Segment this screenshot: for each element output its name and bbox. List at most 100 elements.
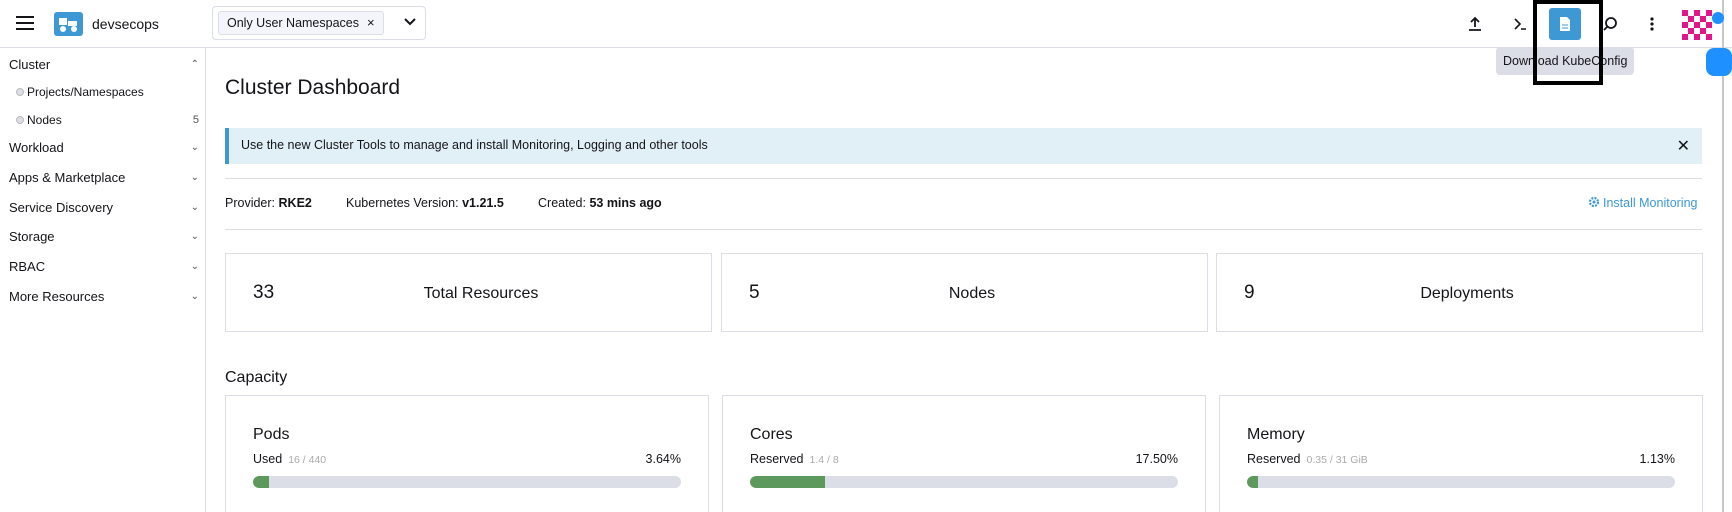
sidebar-item-count: 5 <box>192 114 199 126</box>
sidebar-group-cluster[interactable]: Cluster ⌃ <box>9 54 199 76</box>
sidebar-item-projects-namespaces[interactable]: Projects/Namespaces <box>16 81 199 103</box>
namespace-filter-select[interactable]: Only User Namespaces × <box>212 6 426 40</box>
sidebar-group-label: Workload <box>9 140 64 155</box>
kubectl-shell-icon <box>1514 18 1526 30</box>
chevron-down-icon: ⌄ <box>190 261 199 272</box>
more-actions-button[interactable] <box>1636 8 1668 40</box>
resource-count-card[interactable]: 9 Deployments <box>1216 253 1703 332</box>
top-header: devsecops Only User Namespaces × <box>0 0 1732 48</box>
status-dot-icon <box>16 116 24 124</box>
floating-widget[interactable] <box>1706 48 1732 76</box>
import-yaml-button[interactable] <box>1459 8 1491 40</box>
count-label: Nodes <box>948 285 996 302</box>
sidebar-item-nodes[interactable]: Nodes 5 <box>16 109 199 131</box>
k8s-version-value: v1.21.5 <box>462 196 504 210</box>
chevron-down-icon: ⌄ <box>190 231 199 242</box>
k8s-version-label: Kubernetes Version: <box>346 196 459 210</box>
chevron-down-icon: ⌄ <box>190 291 199 302</box>
resource-count-card[interactable]: 5 Nodes <box>721 253 1208 332</box>
capacity-name: Pods <box>253 426 290 443</box>
progress-fill <box>750 476 825 488</box>
count-label: Deployments <box>1420 285 1514 302</box>
chevron-down-icon: ⌄ <box>190 142 199 153</box>
resource-count-card[interactable]: 33 Total Resources <box>225 253 712 332</box>
count-value: 33 <box>253 282 275 303</box>
sidebar-group-more-resources[interactable]: More Resources ⌄ <box>9 286 199 308</box>
page-title: Cluster Dashboard <box>225 76 401 99</box>
capacity-detail: 1.4 / 8 <box>809 454 839 466</box>
capacity-name: Memory <box>1247 426 1305 443</box>
upload-icon <box>1469 16 1481 31</box>
capacity-label-text: Used <box>253 452 283 466</box>
k8s-version-info: Kubernetes Version: v1.21.5 <box>346 196 504 210</box>
sidebar-group-storage[interactable]: Storage ⌄ <box>9 226 199 248</box>
capacity-label-text: Reserved <box>1247 452 1301 466</box>
divider <box>225 178 1702 179</box>
cluster-name[interactable]: devsecops <box>92 16 159 32</box>
chevron-up-icon: ⌃ <box>190 59 199 70</box>
namespace-filter-chip: Only User Namespaces × <box>218 11 384 35</box>
count-value: 5 <box>749 282 760 303</box>
capacity-label-text: Reserved <box>750 452 804 466</box>
sidebar-group-label: Apps & Marketplace <box>9 170 126 185</box>
user-avatar[interactable] <box>1682 8 1716 42</box>
capacity-card: Memory Reserved 0.35 / 31 GiB 1.13% <box>1219 395 1703 512</box>
cluster-tools-banner: Use the new Cluster Tools to manage and … <box>225 128 1702 164</box>
created-value: 53 mins ago <box>589 196 662 210</box>
capacity-label: Used 16 / 440 <box>253 452 326 466</box>
more-vertical-icon <box>1650 17 1654 31</box>
capacity-label: Reserved 1.4 / 8 <box>750 452 839 466</box>
sidebar-group-label: Cluster <box>9 57 51 72</box>
capacity-title: Capacity <box>225 369 288 386</box>
progress-fill <box>253 476 269 488</box>
namespace-filter-label: Only User Namespaces <box>227 16 359 30</box>
file-icon <box>1560 17 1570 31</box>
capacity-card: Pods Used 16 / 440 3.64% <box>225 395 709 512</box>
chevron-down-icon[interactable] <box>403 15 417 29</box>
chip-remove-icon[interactable]: × <box>367 15 375 30</box>
sidebar-group-label: RBAC <box>9 259 46 274</box>
progress-fill <box>1247 476 1258 488</box>
progress-bar <box>750 476 1178 488</box>
chevron-down-icon: ⌄ <box>190 202 199 213</box>
capacity-detail: 16 / 440 <box>288 454 327 466</box>
screen-edge-divider <box>1722 0 1724 512</box>
capacity-percent: 3.64% <box>645 452 681 466</box>
sidebar-group-workload[interactable]: Workload ⌄ <box>9 137 199 159</box>
install-monitoring-link[interactable]: Install Monitoring <box>1588 196 1698 210</box>
provider-value: RKE2 <box>278 196 312 210</box>
cluster-logo-icon[interactable] <box>54 12 83 36</box>
sidebar-group-apps-marketplace[interactable]: Apps & Marketplace ⌄ <box>9 167 199 189</box>
kubeconfig-tooltip: Download KubeConfig <box>1496 47 1634 75</box>
search-button[interactable] <box>1594 8 1626 40</box>
gear-icon <box>1588 196 1600 208</box>
install-monitoring-label: Install Monitoring <box>1603 196 1698 210</box>
created-label: Created: <box>538 196 586 210</box>
capacity-percent: 1.13% <box>1639 452 1675 466</box>
sidebar-nav: Cluster ⌃ Projects/Namespaces Nodes 5 Wo… <box>0 48 206 512</box>
capacity-name: Cores <box>750 426 793 443</box>
sidebar-group-label: More Resources <box>9 289 105 304</box>
created-info: Created: 53 mins ago <box>538 196 662 210</box>
count-label: Total Resources <box>423 285 539 302</box>
download-kubeconfig-button[interactable] <box>1549 8 1581 40</box>
capacity-detail: 0.35 / 31 GiB <box>1306 454 1368 466</box>
sidebar-group-label: Storage <box>9 229 55 244</box>
capacity-card: Cores Reserved 1.4 / 8 17.50% <box>722 395 1206 512</box>
notification-dot <box>1712 12 1724 24</box>
hamburger-icon[interactable] <box>16 16 34 30</box>
search-icon <box>1603 17 1617 31</box>
chevron-down-icon: ⌄ <box>190 172 199 183</box>
capacity-percent: 17.50% <box>1135 452 1178 466</box>
provider-label: Provider: <box>225 196 276 210</box>
kubectl-shell-button[interactable] <box>1504 8 1536 40</box>
count-value: 9 <box>1244 282 1255 303</box>
progress-bar <box>253 476 681 488</box>
status-dot-icon <box>16 88 24 96</box>
progress-bar <box>1247 476 1675 488</box>
sidebar-group-service-discovery[interactable]: Service Discovery ⌄ <box>9 197 199 219</box>
sidebar-group-rbac[interactable]: RBAC ⌄ <box>9 256 199 278</box>
sidebar-group-label: Service Discovery <box>9 200 114 215</box>
banner-text: Use the new Cluster Tools to manage and … <box>241 138 708 152</box>
close-icon[interactable]: ✕ <box>1677 136 1690 156</box>
